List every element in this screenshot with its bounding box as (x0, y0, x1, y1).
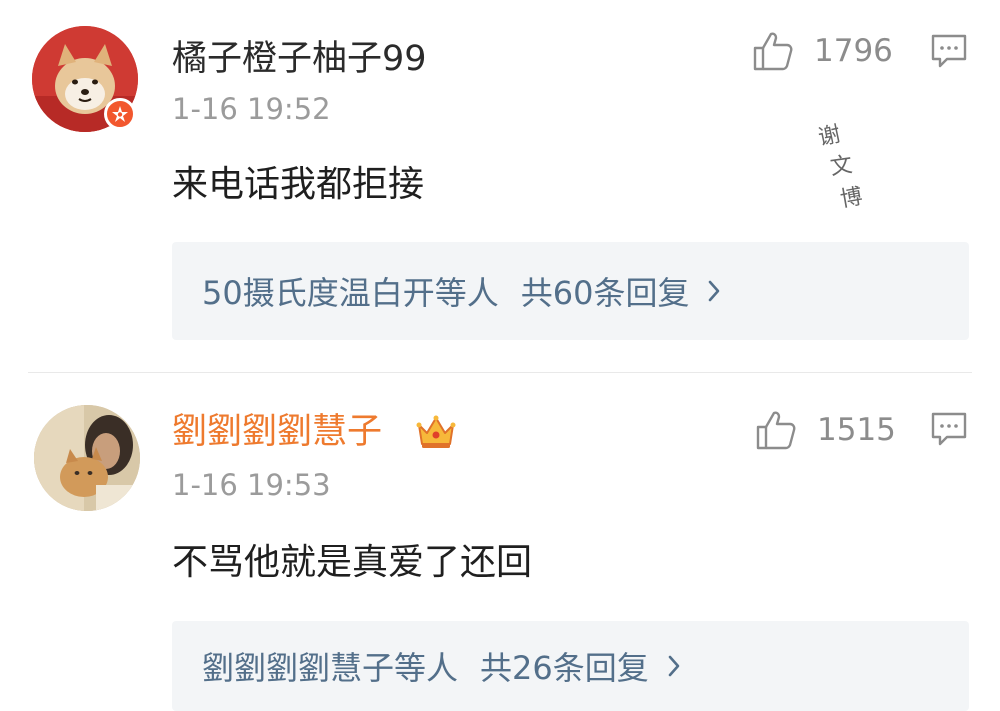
username[interactable]: 劉劉劉劉慧子 (172, 411, 382, 453)
thumbs-up-icon (756, 411, 796, 450)
replies-preview[interactable]: 劉劉劉劉慧子等人 共26条回复 (172, 621, 969, 711)
replies-from: 50摄氏度温白开等人 (202, 274, 499, 312)
thumbs-up-icon (753, 32, 793, 71)
chevron-right-icon (709, 280, 720, 302)
chevron-right-icon (668, 655, 680, 677)
watermark: 谢 文 博 (816, 121, 865, 213)
like-count: 1796 (814, 33, 893, 69)
timestamp: 1-16 19:52 (172, 92, 331, 126)
like-button[interactable]: 1515 (755, 409, 896, 451)
comment-icon[interactable] (930, 411, 968, 447)
crown-icon (416, 415, 456, 448)
replies-count: 共60条回复 (520, 274, 690, 312)
like-button[interactable]: 1796 (752, 30, 893, 72)
replies-count: 共26条回复 (480, 649, 649, 687)
like-count: 1515 (817, 412, 896, 448)
vip-badge-icon (104, 98, 136, 130)
replies-from: 劉劉劉劉慧子等人 (202, 649, 459, 687)
timestamp: 1-16 19:53 (172, 468, 331, 502)
girl-with-cat-avatar-icon (34, 405, 140, 511)
comment-text: 不骂他就是真爱了还回 (172, 542, 533, 583)
comment-icon[interactable] (930, 33, 968, 69)
avatar[interactable] (34, 405, 140, 511)
comment-text: 来电话我都拒接 (172, 164, 425, 205)
comment-item: 劉劉劉劉慧子 1-16 19:53 1515 不骂他就是真爱了还回 劉劉劉劉慧子… (0, 373, 1000, 711)
username[interactable]: 橘子橙子柚子99 (172, 38, 427, 80)
replies-preview[interactable]: 50摄氏度温白开等人 共60条回复 (172, 242, 969, 340)
